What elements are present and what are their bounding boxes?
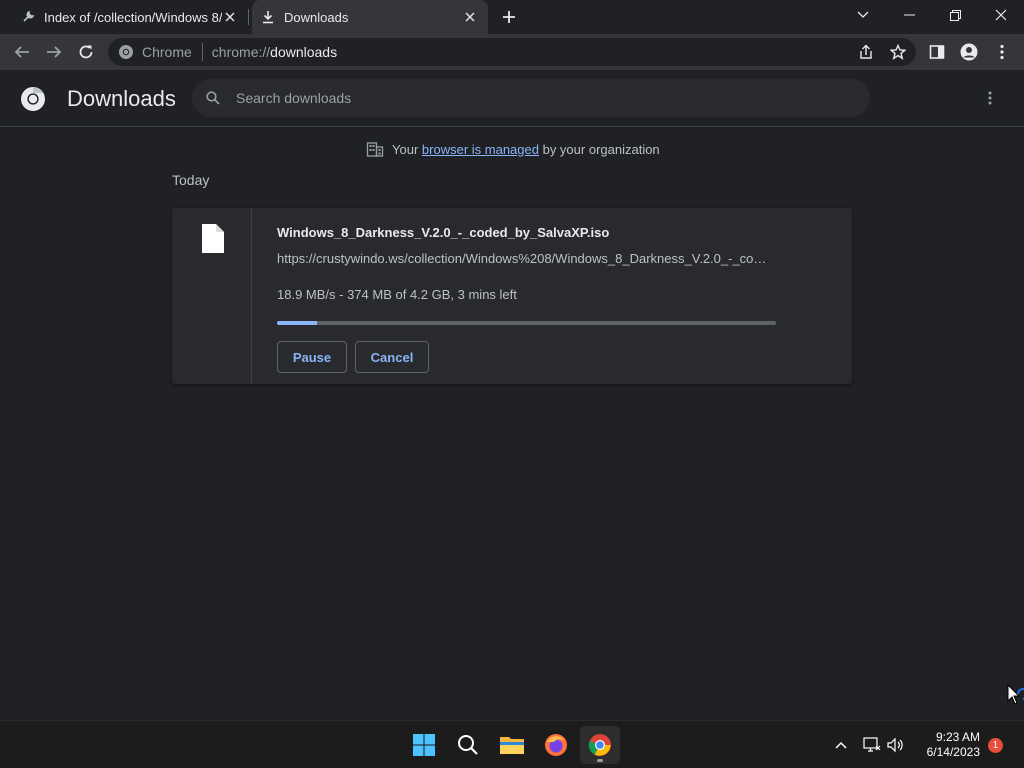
browser-menu-button[interactable] (988, 38, 1016, 66)
site-info-chip[interactable]: Chrome (118, 44, 192, 60)
firefox-icon (545, 734, 567, 756)
taskbar-search-button[interactable] (448, 726, 488, 764)
notification-badge[interactable]: 1 (988, 738, 1003, 753)
downloads-header: Downloads (0, 70, 1024, 127)
download-icon-column (172, 208, 252, 384)
download-item: Windows_8_Darkness_V.2.0_-_coded_by_Salv… (172, 208, 852, 384)
arrow-right-icon (47, 46, 62, 58)
building-icon (366, 142, 384, 157)
volume-button[interactable] (884, 731, 908, 759)
date-section-label: Today (172, 172, 210, 188)
plus-icon (503, 11, 515, 23)
close-tab-icon[interactable] (462, 9, 478, 25)
download-status: 18.9 MB/s - 374 MB of 4.2 GB, 3 mins lef… (277, 287, 517, 302)
file-icon (202, 224, 224, 253)
close-icon (995, 9, 1007, 21)
close-window-button[interactable] (978, 0, 1024, 30)
arrow-left-icon (14, 46, 29, 58)
kebab-menu-icon (988, 91, 992, 105)
wrench-globe-icon (20, 9, 36, 25)
browser-toolbar: Chrome chrome://downloads (0, 34, 1024, 70)
kebab-menu-icon (1000, 44, 1004, 60)
managed-prefix: Your (392, 141, 419, 157)
back-button[interactable] (8, 38, 36, 66)
cancel-button[interactable]: Cancel (355, 341, 429, 373)
tab-title: Index of /collection/Windows 8/ (44, 9, 222, 25)
download-icon (260, 9, 276, 25)
search-icon (458, 735, 478, 755)
restore-icon (949, 9, 961, 21)
tab-search-button[interactable] (840, 0, 886, 30)
chevron-up-icon (835, 741, 847, 749)
tab-index-collection[interactable]: Index of /collection/Windows 8/ (0, 0, 248, 34)
chrome-taskbar-button[interactable] (580, 726, 620, 764)
chrome-logo-icon (119, 45, 133, 59)
pause-button[interactable]: Pause (277, 341, 347, 373)
side-panel-icon (929, 45, 945, 59)
tab-strip: Index of /collection/Windows 8/ Download… (0, 0, 1024, 34)
taskbar-clock[interactable]: 9:23 AM 6/14/2023 (912, 730, 980, 760)
site-chip-label: Chrome (142, 44, 192, 60)
browser-managed-link[interactable]: browser is managed (422, 142, 539, 157)
download-progress-bar (277, 321, 776, 325)
reload-button[interactable] (72, 38, 100, 66)
file-explorer-button[interactable] (492, 726, 532, 764)
show-hidden-icons-button[interactable] (829, 731, 853, 759)
new-tab-button[interactable] (498, 6, 520, 28)
download-progress-fill (277, 321, 317, 325)
active-app-indicator (597, 759, 603, 762)
managed-suffix: by your organization (542, 141, 660, 157)
clock-time: 9:23 AM (935, 730, 980, 744)
search-input[interactable] (236, 90, 836, 106)
windows-logo-icon (413, 734, 435, 756)
clock-date: 6/14/2023 (926, 745, 980, 759)
tab-downloads[interactable]: Downloads (252, 0, 488, 34)
search-box[interactable] (192, 79, 870, 117)
search-icon (204, 89, 222, 107)
chevron-down-icon (857, 11, 869, 18)
address-bar[interactable]: Chrome chrome://downloads (108, 38, 916, 66)
windows-taskbar: 9:23 AM 6/14/2023 1 (0, 720, 1024, 768)
speaker-icon (887, 737, 903, 753)
profile-icon (960, 43, 978, 61)
downloads-menu-button[interactable] (978, 86, 1002, 110)
minimize-button[interactable] (886, 0, 932, 30)
share-icon (860, 44, 872, 59)
forward-button[interactable] (40, 38, 68, 66)
profile-button[interactable] (955, 38, 983, 66)
side-panel-button[interactable] (923, 38, 951, 66)
restore-button[interactable] (932, 0, 978, 30)
tab-title: Downloads (284, 9, 349, 25)
network-icon (863, 737, 881, 752)
tab-separator (248, 9, 249, 25)
bookmark-button[interactable] (884, 38, 912, 66)
omnibox-divider (201, 43, 203, 61)
firefox-button[interactable] (536, 726, 576, 764)
close-tab-icon[interactable] (222, 9, 238, 25)
page-title: Downloads (67, 86, 176, 111)
share-button[interactable] (852, 38, 880, 66)
start-button[interactable] (404, 726, 444, 764)
url-host: downloads (270, 44, 338, 60)
download-source-url[interactable]: https://crustywindo.ws/collection/Window… (277, 251, 773, 266)
managed-notice: Your browser is managed by your organiza… (366, 140, 660, 158)
reload-icon (79, 45, 93, 59)
chrome-logo-icon (588, 734, 611, 756)
folder-icon (500, 737, 524, 754)
network-button[interactable] (860, 731, 884, 759)
minimize-icon (903, 14, 915, 16)
chrome-logo-icon (21, 87, 45, 111)
busy-cursor-icon (1007, 684, 1024, 705)
download-filename[interactable]: Windows_8_Darkness_V.2.0_-_coded_by_Salv… (277, 225, 609, 240)
star-icon (890, 44, 906, 60)
url-scheme: chrome:// (211, 44, 271, 60)
